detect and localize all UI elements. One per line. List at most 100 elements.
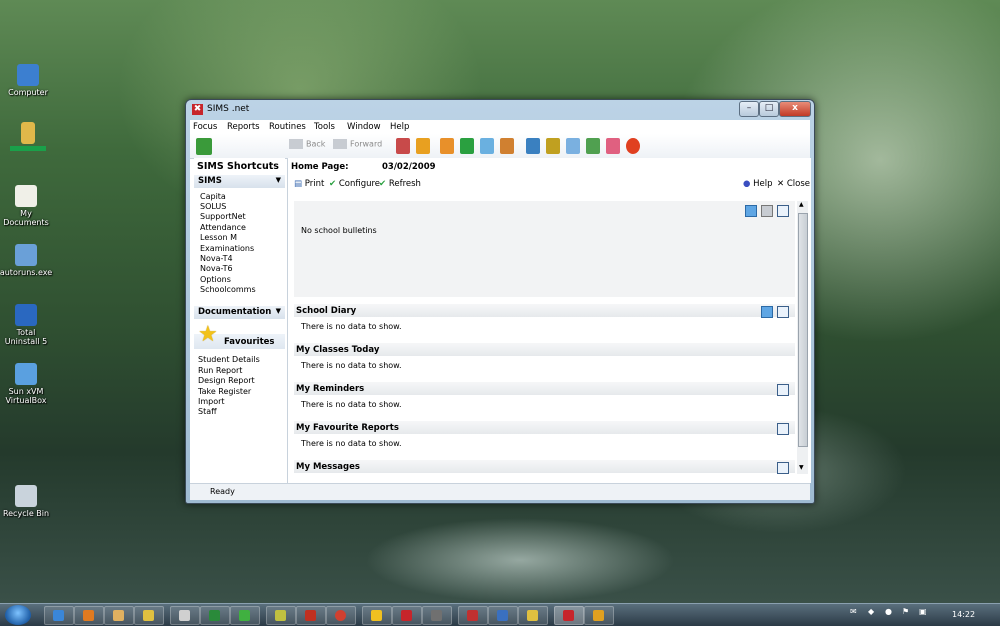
- user-group-icon[interactable]: [606, 138, 620, 154]
- taskbar-app-15[interactable]: [488, 606, 518, 625]
- favourite-import[interactable]: Import: [198, 397, 225, 406]
- scroll-thumb[interactable]: [798, 213, 808, 447]
- title-bar[interactable]: ✖ SIMS .net – □ x: [186, 100, 814, 120]
- favourite-student-details[interactable]: Student Details: [198, 355, 260, 364]
- taskbar-sims[interactable]: [392, 606, 422, 625]
- documents-icon: [15, 185, 37, 207]
- window-title: SIMS .net: [207, 104, 250, 114]
- scroll-down-arrow-icon[interactable]: ▼: [799, 464, 804, 471]
- print-button[interactable]: ▤ Print: [294, 179, 324, 189]
- shortcut-nova-t4[interactable]: Nova-T4: [200, 254, 233, 263]
- vertical-scrollbar[interactable]: ▲ ▼: [797, 201, 808, 474]
- restore-icon[interactable]: [777, 205, 789, 217]
- taskbar-ie[interactable]: [44, 606, 74, 625]
- refresh-button[interactable]: ✔ Refresh: [379, 179, 421, 189]
- computer-icon: [17, 64, 39, 86]
- timetable-icon[interactable]: [546, 138, 560, 154]
- flag-icon[interactable]: ⚑: [902, 607, 909, 616]
- desktop-icon-autoruns[interactable]: autoruns.exe: [0, 244, 54, 277]
- person-icon[interactable]: [416, 138, 430, 154]
- maximize-button[interactable]: □: [759, 101, 779, 117]
- checkmark-icon: ✔: [379, 179, 387, 189]
- edit-icon[interactable]: [586, 138, 600, 154]
- status-icon[interactable]: ●: [885, 607, 892, 616]
- taskbar-excel[interactable]: [200, 606, 230, 625]
- configure-button[interactable]: ✔ Configure: [329, 179, 380, 189]
- shortcut-solus[interactable]: SOLUS: [200, 202, 226, 211]
- taskbar-app-5[interactable]: [170, 606, 200, 625]
- checkmark-icon: ✔: [329, 179, 337, 189]
- start-button[interactable]: [5, 605, 31, 625]
- menu-focus[interactable]: Focus: [193, 122, 217, 132]
- documentation-section-header[interactable]: Documentation ▼: [194, 306, 285, 319]
- bulletin-text: No school bulletins: [301, 226, 377, 235]
- forward-button[interactable]: Forward: [333, 139, 382, 149]
- taskbar-app-8[interactable]: [266, 606, 296, 625]
- shortcut-options[interactable]: Options: [200, 275, 231, 284]
- menu-tools[interactable]: Tools: [314, 122, 335, 132]
- restore-icon[interactable]: [777, 384, 789, 396]
- shortcut-supportnet[interactable]: SupportNet: [200, 212, 246, 221]
- shield-icon[interactable]: ◆: [868, 607, 874, 616]
- shortcuts-title: SIMS Shortcuts: [197, 161, 279, 172]
- help-button[interactable]: ● Help: [743, 179, 773, 189]
- restore-icon[interactable]: [777, 462, 789, 474]
- desktop-icon-recycle-bin[interactable]: Recycle Bin: [0, 485, 54, 518]
- clock[interactable]: 14:22: [952, 610, 975, 619]
- network-icon[interactable]: ▣: [919, 607, 927, 616]
- shortcut-attendance[interactable]: Attendance: [200, 223, 246, 232]
- flag-icon[interactable]: [460, 138, 474, 154]
- printer-icon[interactable]: [761, 205, 773, 217]
- document-icon[interactable]: [566, 138, 580, 154]
- taskbar-firefox[interactable]: [74, 606, 104, 625]
- document-icon[interactable]: [761, 306, 773, 318]
- taskbar-app-7[interactable]: [230, 606, 260, 625]
- students-icon[interactable]: [396, 138, 410, 154]
- favourite-take-register[interactable]: Take Register: [198, 387, 251, 396]
- document-icon[interactable]: [745, 205, 757, 217]
- taskbar-app-10[interactable]: [326, 606, 356, 625]
- taskbar-app-4[interactable]: [134, 606, 164, 625]
- mail-icon[interactable]: [480, 138, 494, 154]
- shortcut-capita[interactable]: Capita: [200, 192, 226, 201]
- shortcut-lesson-m[interactable]: Lesson M: [200, 233, 237, 242]
- taskbar-sims-active[interactable]: [554, 606, 584, 625]
- scroll-up-arrow-icon[interactable]: ▲: [799, 201, 804, 208]
- desktop-icon-total-uninstall[interactable]: Total Uninstall 5: [0, 304, 54, 346]
- menu-routines[interactable]: Routines: [269, 122, 306, 132]
- contact-icon[interactable]: [500, 138, 514, 154]
- favourite-design-report[interactable]: Design Report: [198, 376, 255, 385]
- menu-help[interactable]: Help: [390, 122, 409, 132]
- shortcut-schoolcomms[interactable]: Schoolcomms: [200, 285, 256, 294]
- taskbar-app-18[interactable]: [584, 606, 614, 625]
- close-window-button[interactable]: x: [779, 101, 811, 117]
- desktop-icon-computer[interactable]: Computer: [0, 64, 56, 97]
- close-page-button[interactable]: ✕ Close: [777, 179, 810, 189]
- register-icon[interactable]: [526, 138, 540, 154]
- mail-icon[interactable]: ✉: [850, 607, 857, 616]
- taskbar-explorer[interactable]: [518, 606, 548, 625]
- home-page-label: Home Page:: [291, 162, 349, 172]
- taskbar-app-14[interactable]: [458, 606, 488, 625]
- book-icon[interactable]: [440, 138, 454, 154]
- favourite-staff[interactable]: Staff: [198, 407, 217, 416]
- back-button[interactable]: Back: [289, 139, 325, 149]
- favourite-run-report[interactable]: Run Report: [198, 366, 242, 375]
- minimize-button[interactable]: –: [739, 101, 759, 117]
- shortcut-nova-t6[interactable]: Nova-T6: [200, 264, 233, 273]
- restore-icon[interactable]: [777, 306, 789, 318]
- alarm-clock-icon[interactable]: [626, 138, 640, 154]
- taskbar-filezilla[interactable]: [296, 606, 326, 625]
- menu-reports[interactable]: Reports: [227, 122, 260, 132]
- taskbar-app-11[interactable]: [362, 606, 392, 625]
- menu-window[interactable]: Window: [347, 122, 381, 132]
- swap-icon[interactable]: [196, 138, 212, 155]
- restore-icon[interactable]: [777, 423, 789, 435]
- taskbar-app-13[interactable]: [422, 606, 452, 625]
- shortcut-examinations[interactable]: Examinations: [200, 244, 254, 253]
- desktop-icon-virtualbox[interactable]: Sun xVM VirtualBox: [0, 363, 54, 405]
- sims-section-header[interactable]: SIMS ▼: [194, 175, 285, 188]
- taskbar-app-3[interactable]: [104, 606, 134, 625]
- desktop-icon-my-documents[interactable]: My Documents: [0, 185, 54, 227]
- desktop-icon-folder[interactable]: [0, 122, 56, 152]
